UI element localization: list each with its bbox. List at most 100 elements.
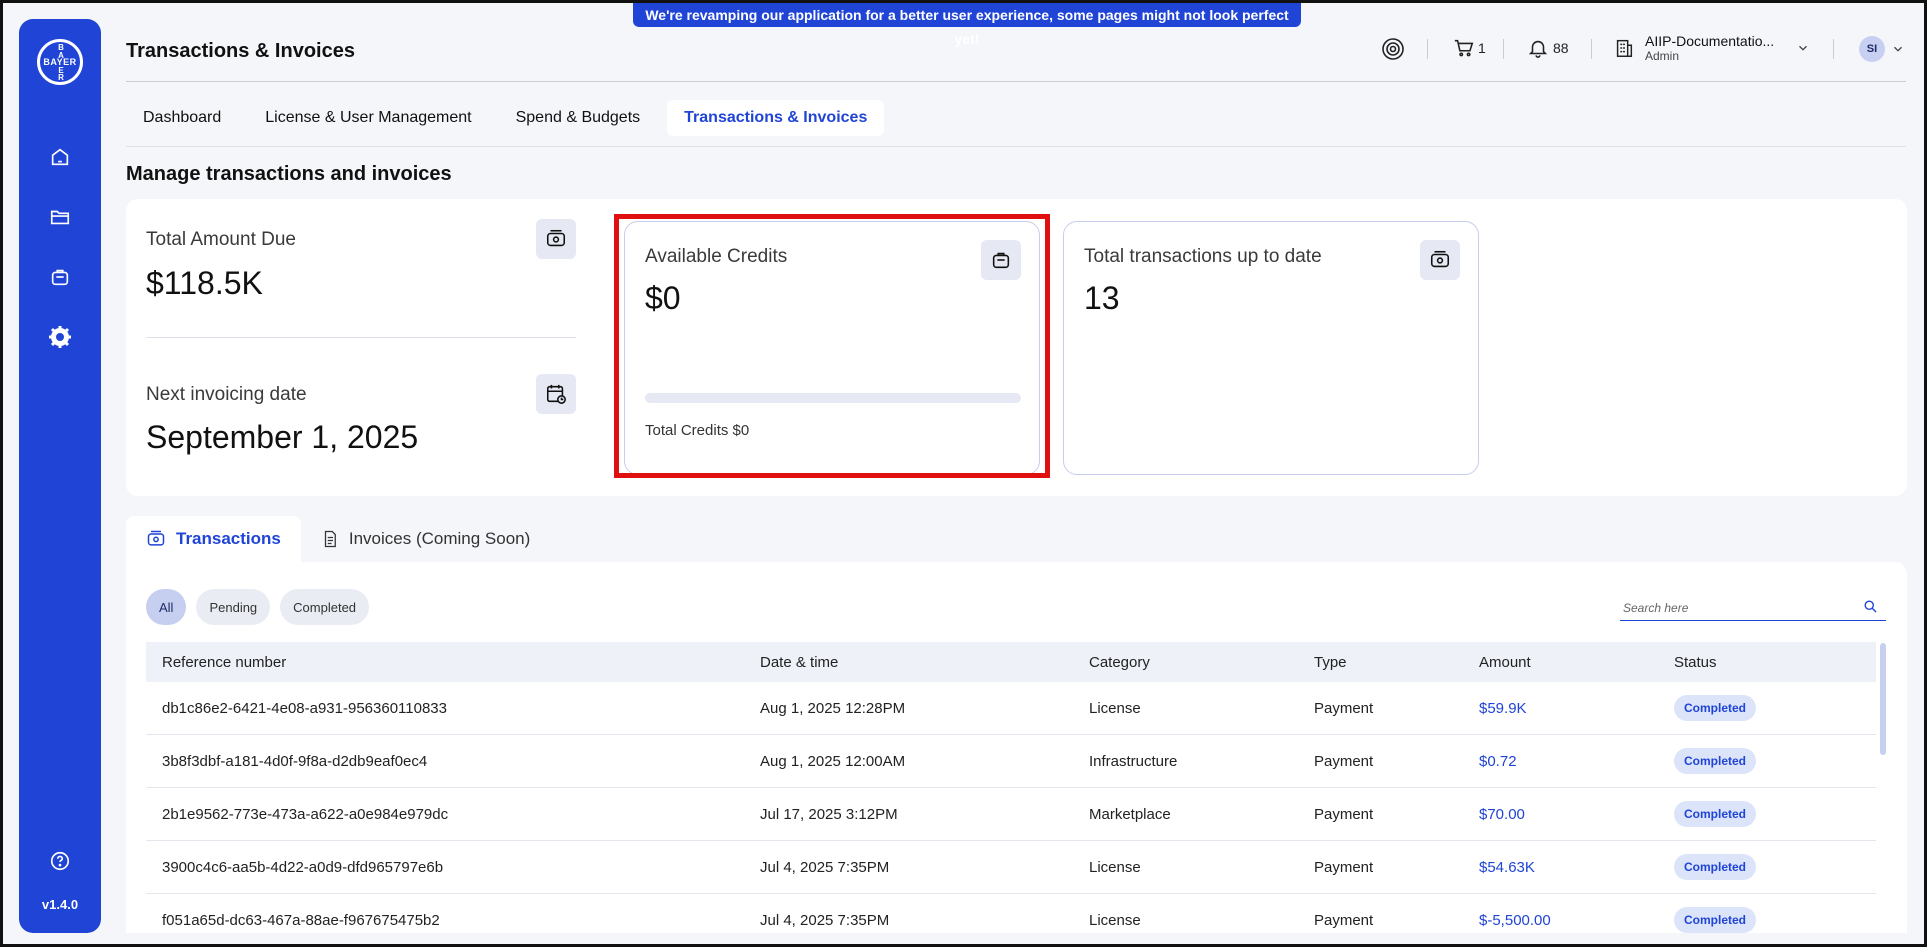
avatar: SI [1859,36,1885,62]
tab-spend-budgets[interactable]: Spend & Budgets [499,100,658,136]
home-icon [51,148,69,166]
cell-type: Payment [1314,858,1374,876]
help-circle-icon [50,851,70,871]
ai-assistant-button[interactable] [1381,37,1405,61]
search-input[interactable] [1623,601,1853,615]
table-row[interactable]: db1c86e2-6421-4e08-a931-956360110833 Aug … [146,682,1876,735]
tab-transactions-invoices[interactable]: Transactions & Invoices [667,100,885,136]
folder-icon [50,210,70,225]
calendar-clock-icon [546,384,566,404]
cell-category: Marketplace [1089,805,1171,823]
cart-icon [1454,39,1474,57]
status-badge: Completed [1674,854,1757,880]
bell-icon [1528,40,1548,58]
search-icon[interactable] [1863,599,1878,614]
sidebar-help[interactable] [48,849,72,873]
header-divider [1833,39,1834,59]
cell-amount: $59.9K [1479,699,1527,717]
calendar-icon-box [536,374,576,414]
col-date[interactable]: Date & time [760,654,838,671]
org-name: AIIP-Documentatio... [1645,33,1775,49]
next-invoice-label: Next invoicing date [146,384,307,405]
col-category[interactable]: Category [1089,654,1150,671]
cell-amount: $54.63K [1479,858,1535,876]
bag-icon [992,252,1010,269]
tabs-divider [126,146,1906,147]
main-tabs: Dashboard License & User Management Spen… [126,100,885,136]
tab-transactions-label: Transactions [176,529,281,548]
cell-reference[interactable]: 3b8f3dbf-a181-4d0f-9f8a-d2db9eaf0ec4 [162,753,427,770]
table-row[interactable]: f051a65d-dc63-467a-88ae-f967675475b2 Jul … [146,894,1876,933]
search-box [1620,597,1886,621]
cell-amount: $-5,500.00 [1479,911,1551,929]
cart-button[interactable]: 1 [1453,37,1486,59]
transactions-count-label: Total transactions up to date [1084,246,1322,267]
filter-completed[interactable]: Completed [280,589,370,625]
sidebar-item-marketplace[interactable] [48,265,72,289]
status-badge: Completed [1674,695,1757,721]
cash-icon [147,530,165,546]
total-due-value: $118.5K [146,265,263,301]
cell-reference[interactable]: 2b1e9562-773e-473a-a622-a0e984e979dc [162,806,448,823]
sidebar-item-settings[interactable] [48,325,72,349]
cell-type: Payment [1314,699,1374,717]
section-title: Manage transactions and invoices [126,163,452,185]
credits-value: $0 [645,280,681,316]
table-header: Reference number Date & time Category Ty… [146,642,1876,682]
cell-date: Jul 17, 2025 3:12PM [760,805,898,823]
cell-category: License [1089,858,1141,876]
status-badge: Completed [1674,748,1757,774]
total-due-label: Total Amount Due [146,229,296,250]
document-icon [324,530,336,548]
cell-category: License [1089,699,1141,717]
available-credits-card: Available Credits $0 Total Credits $0 [624,221,1040,475]
building-icon [1616,39,1633,57]
cell-reference[interactable]: 3900c4c6-aa5b-4d22-a0d9-dfd965797e6b [162,859,443,876]
amount-due-card: Total Amount Due $118.5K Next invoicing … [146,199,576,496]
tab-transactions[interactable]: Transactions [126,516,301,562]
chevron-down-icon [1894,46,1902,52]
col-amount[interactable]: Amount [1479,654,1531,671]
table-row[interactable]: 3b8f3dbf-a181-4d0f-9f8a-d2db9eaf0ec4 Aug … [146,735,1876,788]
col-type[interactable]: Type [1314,654,1347,671]
total-transactions-card: Total transactions up to date 13 [1063,221,1479,475]
transactions-icon-box [1420,240,1460,280]
user-menu[interactable]: SI [1859,36,1905,62]
card-divider [146,337,576,338]
target-icon [1382,38,1404,60]
chevron-down-icon [1799,45,1808,51]
total-credits-text: Total Credits $0 [645,422,750,439]
cell-reference[interactable]: db1c86e2-6421-4e08-a931-956360110833 [162,700,447,717]
status-badge: Completed [1674,907,1757,933]
table-scroll-thumb[interactable] [1880,643,1886,755]
table-row[interactable]: 2b1e9562-773e-473a-a622-a0e984e979dc Jul … [146,788,1876,841]
filter-all[interactable]: All [146,589,187,625]
cell-date: Aug 1, 2025 12:00AM [760,752,906,770]
notifications-button[interactable]: 88 [1527,37,1569,59]
credits-label: Available Credits [645,246,788,267]
cell-type: Payment [1314,752,1374,770]
org-switcher[interactable]: AIIP-Documentatio... Admin [1613,33,1810,63]
summary-panel: Total Amount Due $118.5K Next invoicing … [126,199,1907,496]
sidebar-item-files[interactable] [48,205,72,229]
next-invoice-value: September 1, 2025 [146,419,419,455]
notifications-count: 88 [1553,40,1569,56]
col-reference[interactable]: Reference number [162,654,286,671]
table-row[interactable]: 3900c4c6-aa5b-4d22-a0d9-dfd965797e6b Jul … [146,841,1876,894]
sidebar-item-home[interactable] [48,145,72,169]
cell-date: Aug 1, 2025 12:28PM [760,699,906,717]
money-icon-box [536,219,576,259]
cell-category: Infrastructure [1089,752,1178,770]
status-badge: Completed [1674,801,1757,827]
bayer-logo[interactable]: BAYER BAER [37,39,83,85]
tab-license-user-management[interactable]: License & User Management [248,100,488,136]
org-role: Admin [1645,49,1680,63]
tab-dashboard[interactable]: Dashboard [126,100,238,136]
cell-reference[interactable]: f051a65d-dc63-467a-88ae-f967675475b2 [162,912,440,929]
bag-icon [51,269,69,286]
filter-pending[interactable]: Pending [196,589,271,625]
col-status[interactable]: Status [1674,654,1717,671]
tab-invoices[interactable]: Invoices (Coming Soon) [301,516,550,562]
cell-category: License [1089,911,1141,929]
cell-date: Jul 4, 2025 7:35PM [760,911,890,929]
